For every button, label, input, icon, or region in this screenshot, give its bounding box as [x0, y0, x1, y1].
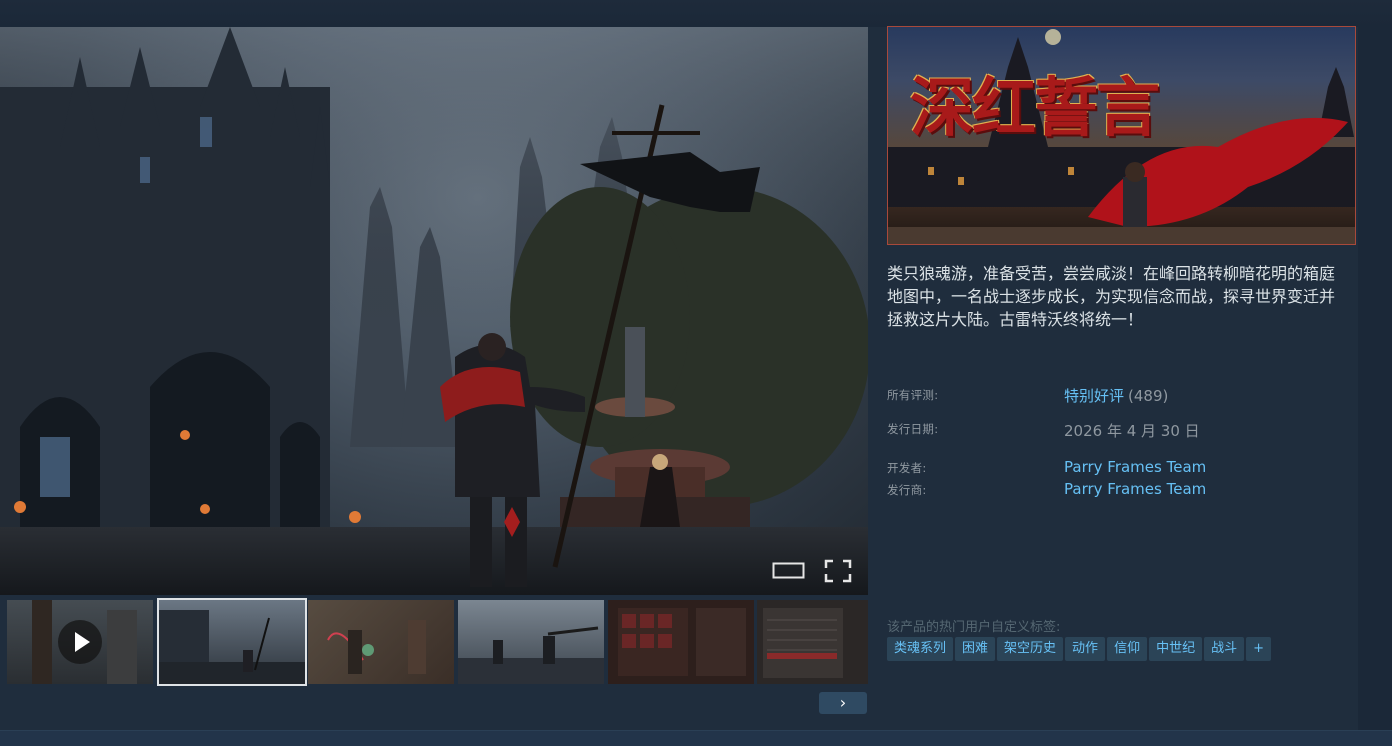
- tag-item[interactable]: 中世纪: [1149, 637, 1203, 661]
- chevron-right-icon: ›: [839, 693, 847, 712]
- tag-item[interactable]: 类魂系列: [887, 637, 954, 661]
- tags-label: 该产品的热门用户自定义标签:: [887, 620, 1061, 635]
- top-band: [0, 0, 1392, 27]
- thumbnail[interactable]: [308, 600, 454, 684]
- tag-item[interactable]: 困难: [955, 637, 996, 661]
- release-date: 2026 年 4 月 30 日: [1064, 422, 1200, 440]
- developer-link[interactable]: Parry Frames Team: [1064, 458, 1206, 476]
- release-date-label: 发行日期:: [887, 422, 939, 436]
- thumbnail[interactable]: [458, 600, 604, 684]
- developer-label: 开发者:: [887, 461, 927, 475]
- review-count: (489): [1128, 387, 1169, 405]
- tag-list: 类魂系列 困难 架空历史 动作 信仰 中世纪 战斗 +: [887, 637, 1273, 661]
- fullscreen-icon[interactable]: [823, 558, 853, 584]
- game-description: 类只狼魂游，准备受苦，尝尝咸淡！在峰回路转柳暗花明的箱庭地图中，一名战士逐步成长…: [887, 264, 1336, 329]
- game-logo-title: 深红誓言: [910, 71, 1160, 146]
- thumbnail[interactable]: [757, 600, 868, 684]
- tag-item[interactable]: 战斗: [1204, 637, 1245, 661]
- reviews-label: 所有评测:: [887, 388, 939, 402]
- page-margin: [1358, 27, 1392, 730]
- tag-item[interactable]: 动作: [1065, 637, 1106, 661]
- thumbnail-selected[interactable]: [157, 598, 307, 686]
- header-capsule-image: 深红誓言: [887, 26, 1356, 245]
- publisher-link[interactable]: Parry Frames Team: [1064, 480, 1206, 498]
- thumbnail[interactable]: [608, 600, 754, 684]
- publisher-label: 发行商:: [887, 483, 927, 497]
- thumbnail-video[interactable]: [7, 600, 153, 684]
- main-screenshot[interactable]: [0, 27, 868, 595]
- play-icon: [58, 620, 102, 664]
- screenshot-scene: [0, 27, 868, 595]
- tag-item[interactable]: 架空历史: [997, 637, 1064, 661]
- windowed-icon[interactable]: [772, 560, 805, 580]
- review-summary-link[interactable]: 特别好评: [1064, 387, 1124, 405]
- add-tag-button[interactable]: +: [1246, 637, 1272, 661]
- thumbnail-next-button[interactable]: ›: [819, 692, 867, 714]
- reviews-value: 特别好评 (489): [1064, 385, 1168, 406]
- thumbnail-strip: [0, 597, 868, 689]
- bottom-band: [0, 730, 1392, 746]
- tag-item[interactable]: 信仰: [1107, 637, 1148, 661]
